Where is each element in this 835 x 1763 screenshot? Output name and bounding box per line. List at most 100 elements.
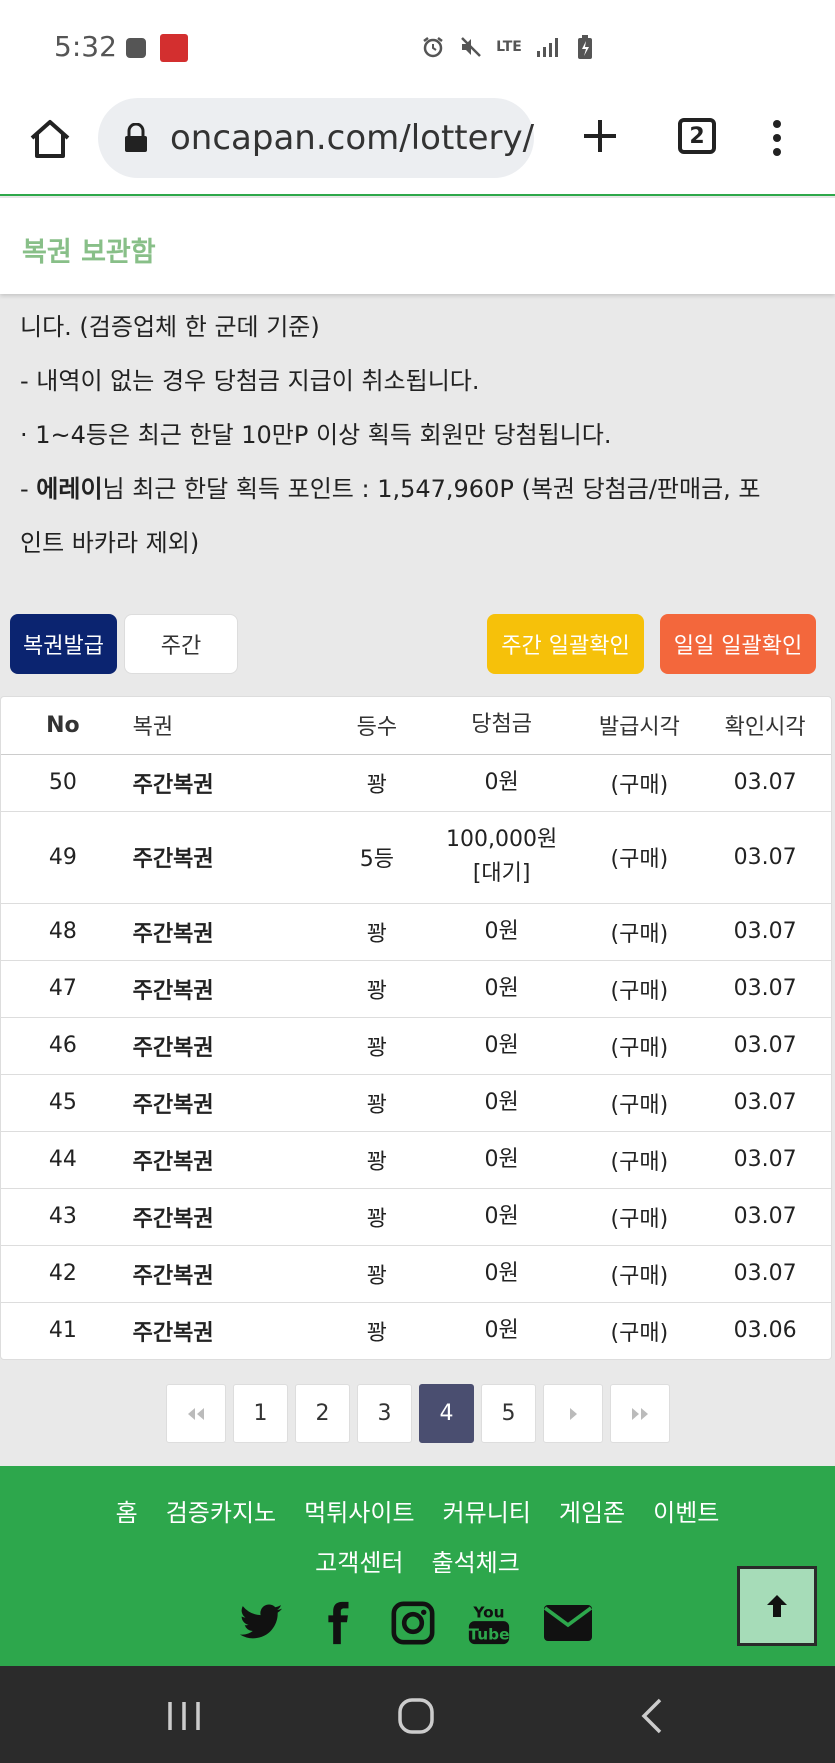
page-button[interactable]: 3 [357, 1384, 412, 1443]
footer-nav: 홈 검증카지노 먹튀사이트 커뮤니티 게임존 이벤트 고객센터 출석체크 [0, 1488, 835, 1588]
cell-checked: 03.07 [699, 1188, 831, 1246]
instagram-icon[interactable] [390, 1600, 436, 1646]
facebook-icon[interactable] [314, 1600, 360, 1646]
recent-apps-button[interactable] [164, 1696, 204, 1736]
home-outline-icon [398, 1698, 434, 1734]
cell-issued: (구매) [579, 811, 700, 904]
cell-issued: (구매) [579, 1245, 700, 1303]
footer-link-scam-sites[interactable]: 먹튀사이트 [304, 1499, 414, 1527]
home-button[interactable] [26, 116, 74, 164]
tab-switcher-button[interactable]: 2 [678, 118, 716, 154]
cell-prize: 0원 [423, 1074, 580, 1132]
twitter-icon[interactable] [238, 1600, 284, 1646]
table-row[interactable]: 41 주간복권 꽝 0원 (구매) 03.06 [1, 1302, 831, 1359]
column-header-issued: 발급시각 [579, 697, 700, 755]
weekly-filter-button[interactable]: 주간 [124, 614, 238, 674]
column-header-checked: 확인시각 [699, 697, 831, 755]
cell-lottery: 주간복권 [124, 754, 331, 812]
footer-link-events[interactable]: 이벤트 [653, 1499, 719, 1527]
notice-line: · 1~4등은 최근 한달 10만P 이상 획득 회원만 당첨됩니다. [20, 421, 612, 449]
notice-prefix: - [20, 475, 37, 503]
browser-toolbar: oncapan.com/lottery/ 2 [0, 98, 835, 196]
footer-link-attendance[interactable]: 출석체크 [432, 1549, 520, 1577]
table-row[interactable]: 49 주간복권 5등 100,000원 [대기] (구매) 03.07 [1, 811, 831, 904]
cell-checked: 03.06 [733, 1318, 797, 1344]
status-icons: LTE [420, 34, 598, 60]
cell-no: 47 [1, 960, 125, 1018]
footer-link-game-zone[interactable]: 게임존 [559, 1499, 625, 1527]
cell-checked: 03.07 [699, 1245, 831, 1303]
issue-lottery-button[interactable]: 복권발급 [10, 614, 117, 674]
cell-issued: (구매) [579, 903, 700, 961]
notice-points: 님 최근 한달 획득 포인트 : 1,547,960P (복권 당첨금/판매금,… [102, 475, 761, 503]
cell-no: 50 [1, 754, 125, 812]
table-row[interactable]: 45 주간복권 꽝 0원 (구매) 03.07 [1, 1074, 831, 1132]
pagination: 1 2 3 4 5 [166, 1384, 670, 1443]
table-row[interactable]: 46 주간복권 꽝 0원 (구매) 03.07 [1, 1017, 831, 1075]
url-text[interactable]: oncapan.com/lottery/ [170, 118, 534, 158]
browser-menu-button[interactable] [770, 118, 784, 158]
cell-rank: 꽝 [330, 1131, 424, 1189]
back-button[interactable] [632, 1696, 672, 1736]
cell-prize: 0원 [423, 1245, 580, 1303]
cell-prize: 100,000원 [대기] [423, 811, 580, 904]
email-icon[interactable] [542, 1600, 593, 1646]
chevron-left-icon [641, 1698, 662, 1734]
page-button[interactable]: 5 [481, 1384, 536, 1443]
footer-link-support[interactable]: 고객센터 [315, 1549, 403, 1577]
column-header-no: No [1, 697, 125, 755]
cell-no: 43 [1, 1188, 125, 1246]
cell-checked: 03.07 [699, 903, 831, 961]
notice-line: - 내역이 없는 경우 당첨금 지급이 취소됩니다. [20, 367, 480, 395]
site-footer: 홈 검증카지노 먹튀사이트 커뮤니티 게임존 이벤트 고객센터 출석체크 You Tube [0, 1466, 835, 1666]
cell-no: 49 [1, 811, 125, 904]
cell-rank: 꽝 [330, 1245, 424, 1303]
cell-issued: (구매) [610, 1320, 669, 1346]
table-row[interactable]: 48 주간복권 꽝 0원 (구매) 03.07 [1, 903, 831, 961]
footer-link-community[interactable]: 커뮤니티 [443, 1499, 531, 1527]
system-home-button[interactable] [396, 1696, 436, 1736]
status-bar: 5:32 LTE [0, 0, 835, 98]
cell-rank: 꽝 [366, 1320, 388, 1346]
cell-checked: 03.07 [699, 811, 831, 904]
cell-rank: 꽝 [330, 1074, 424, 1132]
table-row[interactable]: 47 주간복권 꽝 0원 (구매) 03.07 [1, 960, 831, 1018]
column-header-prize: 당첨금 [423, 697, 580, 755]
footer-link-casino[interactable]: 검증카지노 [166, 1499, 276, 1527]
cell-rank: 꽝 [330, 903, 424, 961]
page-button[interactable]: 2 [295, 1384, 350, 1443]
home-icon [30, 120, 70, 158]
last-page-button[interactable] [610, 1384, 670, 1443]
notice-text: 니다. (검증업체 한 군데 기준) - 내역이 없는 경우 당첨금 지급이 취… [20, 300, 820, 570]
table-row[interactable]: 50 주간복권 꽝 0원 (구매) 03.07 [1, 754, 831, 812]
cell-lottery: 주간복권 [124, 1131, 331, 1189]
prize-status: [대기] [472, 861, 531, 886]
notice-line: - 에레이님 최근 한달 획득 포인트 : 1,547,960P (복권 당첨금… [20, 462, 820, 516]
cell-lottery: 주간복권 [124, 903, 331, 961]
cell-lottery: 주간복권 [124, 1245, 331, 1303]
page-button-current[interactable]: 4 [419, 1384, 474, 1443]
table-row[interactable]: 44 주간복권 꽝 0원 (구매) 03.07 [1, 1131, 831, 1189]
weekly-bulk-check-button[interactable]: 주간 일괄확인 [487, 614, 644, 674]
cell-lottery: 주간복권 [124, 1188, 331, 1246]
notice-line: 인트 바카라 제외) [20, 529, 200, 557]
scroll-top-button[interactable] [737, 1566, 817, 1646]
table-row[interactable]: 42 주간복권 꽝 0원 (구매) 03.07 [1, 1245, 831, 1303]
cell-prize: 0원 [423, 754, 580, 812]
new-tab-button[interactable] [578, 114, 622, 158]
footer-link-home[interactable]: 홈 [116, 1499, 138, 1527]
cell-checked: 03.07 [699, 960, 831, 1018]
cell-checked: 03.07 [699, 1131, 831, 1189]
page-button[interactable]: 1 [233, 1384, 288, 1443]
cell-checked: 03.07 [699, 1017, 831, 1075]
cell-no: 46 [1, 1017, 125, 1075]
first-page-button[interactable] [166, 1384, 226, 1443]
svg-text:You: You [472, 1603, 504, 1621]
next-page-button[interactable] [543, 1384, 603, 1443]
daily-bulk-check-button[interactable]: 일일 일괄확인 [660, 614, 816, 674]
cell-rank: 꽝 [330, 1017, 424, 1075]
youtube-icon[interactable]: You Tube [466, 1600, 512, 1646]
cell-issued: (구매) [579, 754, 700, 812]
cell-rank: 꽝 [330, 754, 424, 812]
table-row[interactable]: 43 주간복권 꽝 0원 (구매) 03.07 [1, 1188, 831, 1246]
